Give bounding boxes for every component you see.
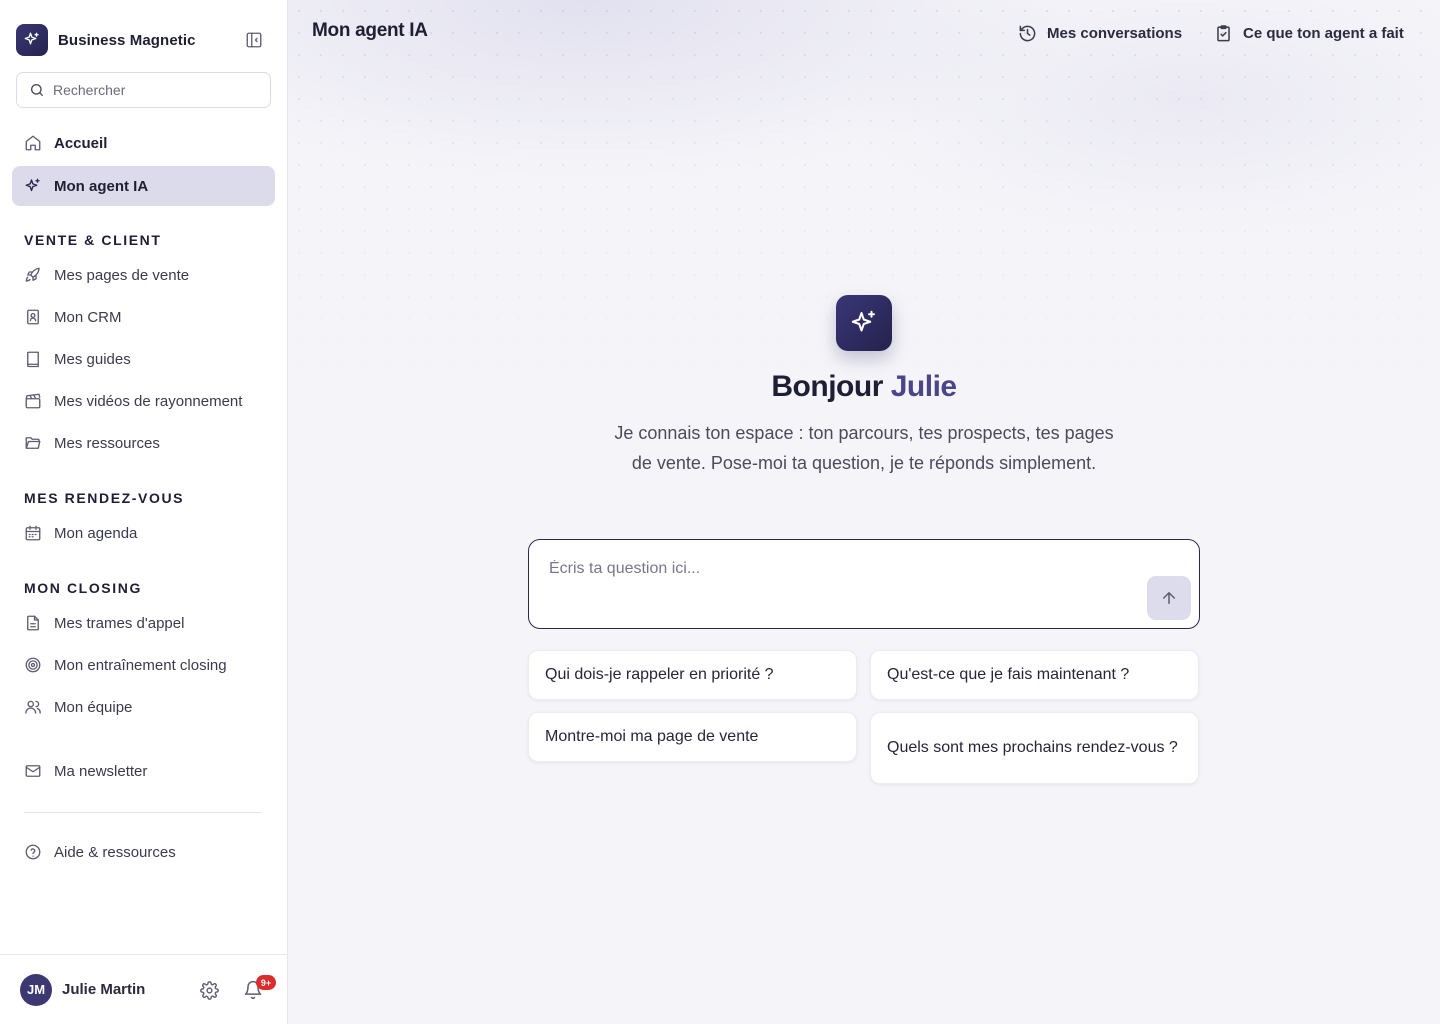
user-bar: JM Julie Martin 9+ <box>0 954 287 1024</box>
agent-log-label: Ce que ton agent a fait <box>1243 24 1404 42</box>
collapse-sidebar-button[interactable] <box>244 30 264 50</box>
question-input[interactable] <box>549 560 1139 610</box>
sidebar-item-label: Accueil <box>54 134 108 152</box>
question-composer <box>528 539 1200 629</box>
sidebar-item-label: Mon agenda <box>54 524 138 542</box>
mail-icon <box>24 762 42 780</box>
book-icon <box>24 350 42 368</box>
sidebar-item-label: Mon CRM <box>54 308 122 326</box>
sidebar-item-newsletter[interactable]: Ma newsletter <box>12 751 275 791</box>
suggestion-chip[interactable]: Qu'est-ce que je fais maintenant ? <box>870 650 1199 700</box>
search-box[interactable] <box>16 72 271 108</box>
gear-icon <box>200 981 219 1000</box>
sidebar-item-label: Mes ressources <box>54 434 160 452</box>
sidebar-item-label: Mon agent IA <box>54 177 149 195</box>
sidebar-item-guides[interactable]: Mes guides <box>12 339 275 379</box>
section-title-closing: MON CLOSING <box>24 580 142 596</box>
sidebar: Business Magnetic Accueil Mon agent IA V… <box>0 0 288 1024</box>
sidebar-item-label: Mes pages de vente <box>54 266 190 284</box>
sidebar-collapse-icon <box>246 32 262 48</box>
target-icon <box>24 656 42 674</box>
rocket-icon <box>24 266 42 284</box>
sidebar-item-label: Aide & ressources <box>54 843 176 861</box>
greeting-text: Bonjour <box>771 370 883 403</box>
sidebar-item-trames-appel[interactable]: Mes trames d'appel <box>12 603 275 643</box>
clipboard-check-icon <box>1217 24 1230 41</box>
greeting-heading: Bonjour Julie <box>288 370 1440 404</box>
help-circle-icon <box>24 843 42 861</box>
sidebar-item-ressources[interactable]: Mes ressources <box>12 423 275 463</box>
greeting-name: Julie <box>890 370 957 403</box>
dot-pattern-background <box>288 0 1440 420</box>
users-icon <box>24 698 42 716</box>
agent-log-button[interactable]: Ce que ton agent a fait <box>1214 22 1404 44</box>
search-icon <box>31 84 43 96</box>
user-name[interactable]: Julie Martin <box>62 981 145 998</box>
history-icon <box>1019 25 1036 41</box>
sidebar-item-mon-agent-ia[interactable]: Mon agent IA <box>12 166 275 206</box>
search-input[interactable] <box>53 82 253 98</box>
file-text-icon <box>24 614 42 632</box>
brand-logo-icon <box>16 24 48 56</box>
sidebar-item-label: Mon entraînement closing <box>54 656 227 674</box>
sidebar-item-entrainement[interactable]: Mon entraînement closing <box>12 645 275 685</box>
sidebar-divider <box>24 812 262 813</box>
conversations-button[interactable]: Mes conversations <box>1018 22 1182 44</box>
sidebar-item-label: Ma newsletter <box>54 762 148 780</box>
conversations-label: Mes conversations <box>1047 24 1183 42</box>
greeting-subtitle: Je connais ton espace : ton parcours, te… <box>614 423 1114 473</box>
calendar-icon <box>24 524 42 542</box>
sidebar-item-label: Mes vidéos de rayonnement <box>54 392 243 410</box>
suggestion-chip[interactable]: Montre-moi ma page de vente <box>528 712 857 762</box>
clapperboard-icon <box>24 392 42 410</box>
home-icon <box>24 134 42 152</box>
suggestion-chip[interactable]: Quels sont mes prochains rendez-vous ? <box>870 712 1199 784</box>
agent-sparkles-icon <box>836 295 892 351</box>
sidebar-item-aide[interactable]: Aide & ressources <box>12 832 275 872</box>
avatar[interactable]: JM <box>20 973 52 1006</box>
settings-button[interactable] <box>200 981 219 1005</box>
sidebar-item-crm[interactable]: Mon CRM <box>12 297 275 337</box>
sidebar-item-agenda[interactable]: Mon agenda <box>12 513 275 553</box>
suggestion-chip[interactable]: Qui dois-je rappeler en priorité ? <box>528 650 857 700</box>
notification-badge: 9+ <box>256 975 276 990</box>
section-title-vente-client: VENTE & CLIENT <box>24 232 162 248</box>
contact-book-icon <box>24 308 42 326</box>
send-button[interactable] <box>1147 576 1191 620</box>
arrow-up-icon <box>1163 592 1175 604</box>
section-title-rendez-vous: MES RENDEZ-VOUS <box>24 490 185 506</box>
sidebar-item-pages-de-vente[interactable]: Mes pages de vente <box>12 255 275 295</box>
brand-name: Business Magnetic <box>58 31 196 49</box>
main-content: Mon agent IA Mes conversations Ce que to… <box>288 0 1440 1024</box>
sidebar-item-accueil[interactable]: Accueil <box>12 123 275 163</box>
sidebar-item-label: Mes trames d'appel <box>54 614 185 632</box>
sidebar-item-label: Mon équipe <box>54 698 133 716</box>
page-title: Mon agent IA <box>312 20 428 41</box>
sparkles-icon <box>24 177 42 195</box>
sidebar-item-label: Mes guides <box>54 350 131 368</box>
brand: Business Magnetic <box>16 24 272 56</box>
sidebar-item-equipe[interactable]: Mon équipe <box>12 687 275 727</box>
sidebar-item-videos[interactable]: Mes vidéos de rayonnement <box>12 381 275 421</box>
folder-icon <box>24 434 42 452</box>
